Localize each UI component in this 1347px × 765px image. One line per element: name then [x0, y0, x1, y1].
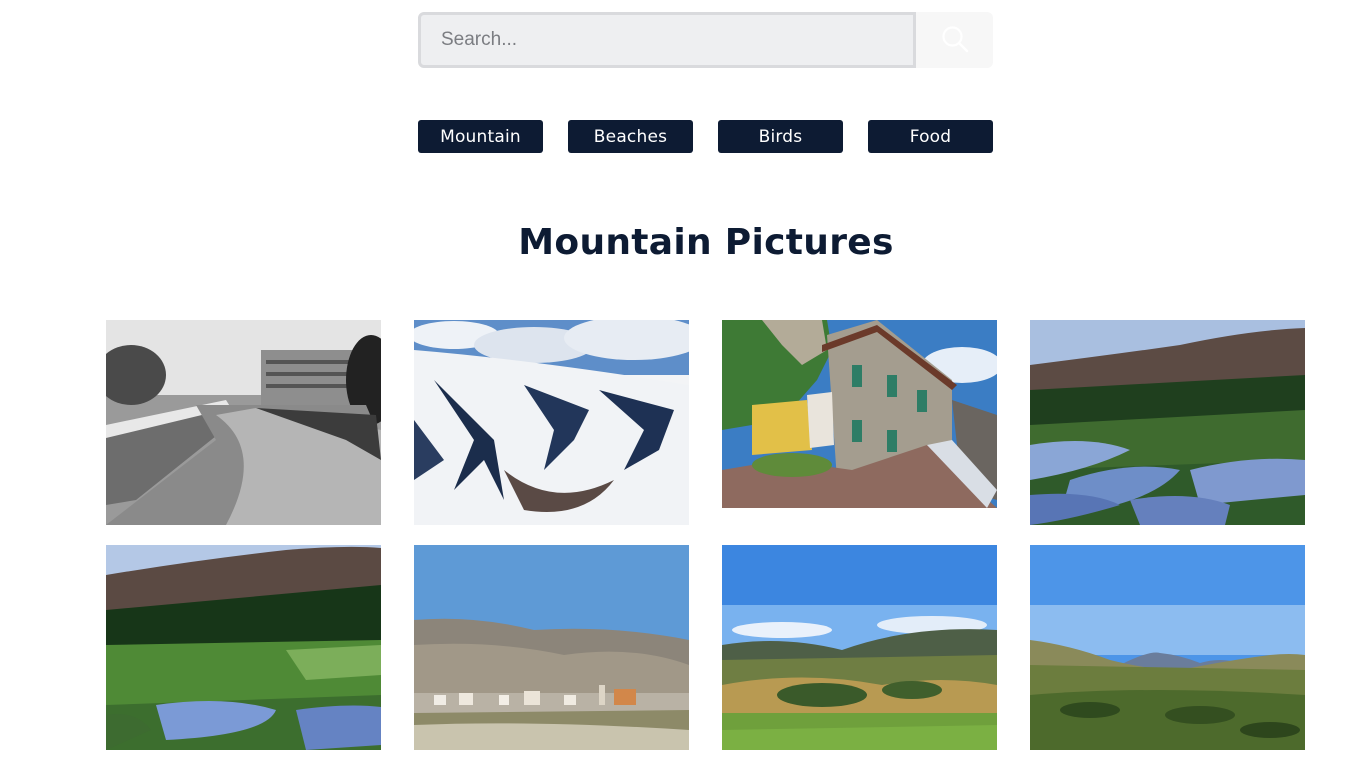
category-food-button[interactable]: Food — [868, 120, 993, 153]
gallery-photo-rice-terraces-1[interactable] — [1030, 320, 1305, 525]
search-bar — [418, 12, 993, 68]
gallery-photo-snowy-crater[interactable] — [414, 320, 689, 525]
search-input[interactable] — [418, 12, 916, 68]
page-title: Mountain Pictures — [518, 222, 894, 263]
gallery-photo-hillside-village[interactable] — [414, 545, 689, 750]
category-mountain-button[interactable]: Mountain — [418, 120, 543, 153]
category-buttons: Mountain Beaches Birds Food — [418, 120, 993, 153]
search-button[interactable] — [916, 12, 993, 68]
gallery-photo-village-street[interactable] — [722, 320, 997, 508]
gallery-photo-green-valley[interactable] — [722, 545, 997, 750]
page: Mountain Beaches Birds Food Mountain Pic… — [0, 0, 1347, 765]
search-icon — [940, 24, 970, 57]
gallery-photo-river-town[interactable] — [106, 320, 381, 525]
category-birds-button[interactable]: Birds — [718, 120, 843, 153]
gallery-photo-rice-terraces-2[interactable] — [106, 545, 381, 750]
category-beaches-button[interactable]: Beaches — [568, 120, 693, 153]
gallery-photo-mountain-valley[interactable] — [1030, 545, 1305, 750]
